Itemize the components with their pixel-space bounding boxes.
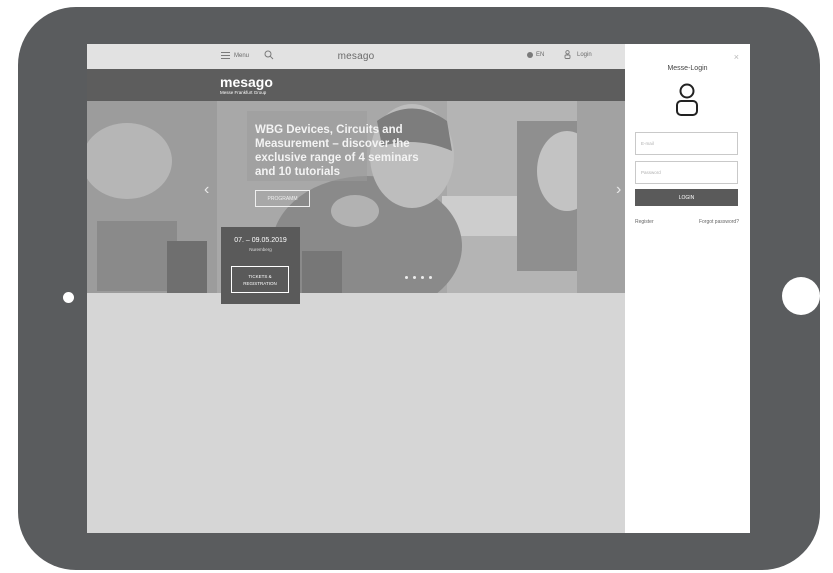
slider-dot[interactable] [413, 276, 416, 279]
chevron-left-icon[interactable]: ‹ [204, 181, 209, 199]
language-label: EN [536, 52, 545, 58]
hero-headline: WBG Devices, Circuits and Measurement – … [255, 124, 419, 178]
login-link[interactable]: Login [564, 50, 592, 59]
slider-dot[interactable] [421, 276, 424, 279]
website: Menu mesago EN Login mesago Messe Frankf… [87, 44, 625, 533]
user-icon [564, 50, 571, 59]
slider-dot[interactable] [405, 276, 408, 279]
program-button[interactable]: PROGRAMM [255, 190, 310, 207]
event-date: 07. – 09.05.2019 [234, 237, 287, 244]
language-selector[interactable]: EN [527, 52, 544, 58]
email-field[interactable] [635, 132, 738, 155]
brand-subtitle: Messe Frankfurt Group [220, 90, 267, 95]
tickets-registration-button[interactable]: TICKETS & REGISTRATION [231, 266, 289, 293]
user-icon [676, 83, 698, 116]
hero-slider: WBG Devices, Circuits and Measurement – … [87, 101, 625, 293]
slider-dot[interactable] [429, 276, 432, 279]
forgot-password-link[interactable]: Forgot password? [699, 219, 739, 225]
globe-icon [527, 52, 533, 58]
brand-bar: mesago Messe Frankfurt Group [87, 69, 625, 101]
close-icon[interactable]: × [734, 52, 739, 62]
top-navigation: Menu mesago EN Login [87, 44, 625, 69]
login-panel: × Messe-Login LOGIN Register Forgot pass… [625, 44, 750, 533]
password-field[interactable] [635, 161, 738, 184]
login-label: Login [577, 51, 592, 58]
camera-dot [63, 292, 74, 303]
slider-dots [405, 276, 432, 279]
login-button[interactable]: LOGIN [635, 189, 738, 206]
tablet-screen: Menu mesago EN Login mesago Messe Frankf… [87, 44, 750, 533]
event-city: Nuremberg [249, 247, 272, 252]
brand-logo[interactable]: mesago [220, 74, 273, 90]
panel-title: Messe-Login [667, 65, 708, 72]
event-info-box: 07. – 09.05.2019 Nuremberg TICKETS & REG… [221, 227, 300, 304]
home-button[interactable] [782, 277, 820, 315]
register-link[interactable]: Register [635, 219, 654, 225]
chevron-right-icon[interactable]: › [616, 181, 621, 199]
